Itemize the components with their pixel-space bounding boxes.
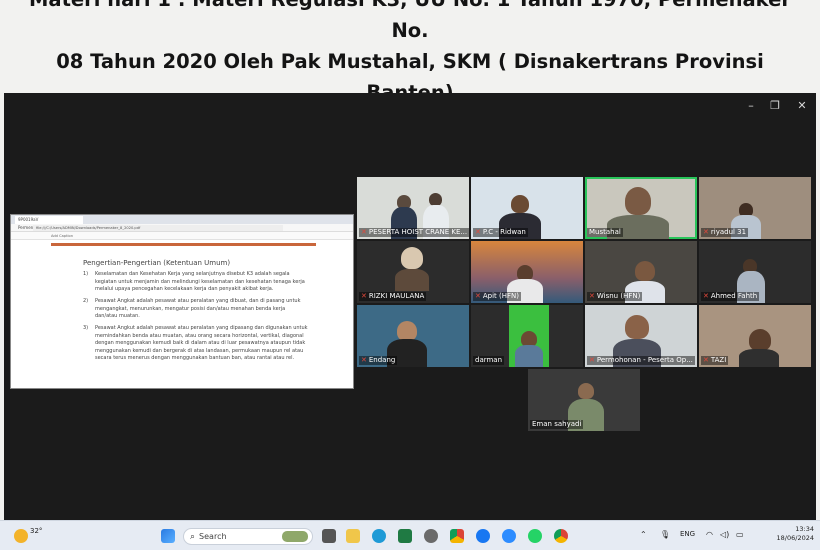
clock-time: 13:34 bbox=[795, 525, 814, 533]
participant-tile[interactable]: ✕ Endang bbox=[357, 305, 469, 367]
participant-tile[interactable]: ✕ TAZI bbox=[699, 305, 811, 367]
chrome-alt-icon[interactable] bbox=[554, 529, 568, 543]
weather-temp: 32° bbox=[30, 527, 43, 535]
zoom-meeting-window: – ❐ ✕ 9P0019aV Permenaker_8_2020.pdf fil… bbox=[4, 93, 816, 520]
weather-icon[interactable] bbox=[14, 529, 28, 543]
participant-name: ✕ Ahmed Fahth bbox=[701, 292, 760, 301]
clock[interactable]: 13:34 18/06/2024 bbox=[770, 525, 814, 543]
participant-name: ✕ RIZKI MAULANA bbox=[359, 292, 427, 301]
taskbar: 32° ⌕ Search ⌃ 🎙 ENG ◠ ◁) ▭ 13:34 18/06/… bbox=[0, 520, 820, 550]
participant-name: ✕ Wisnu (HFN) bbox=[587, 292, 643, 301]
participant-tile[interactable]: ✕ P.C - Ridwan bbox=[471, 177, 583, 239]
shared-screen[interactable]: 9P0019aV Permenaker_8_2020.pdf file:///C… bbox=[10, 214, 354, 389]
close-button[interactable]: ✕ bbox=[795, 99, 809, 112]
settings-icon[interactable] bbox=[424, 529, 438, 543]
slide-item-number: 1) bbox=[83, 271, 89, 277]
pdf-toolbar-caption[interactable]: Add Caption bbox=[51, 234, 73, 238]
browser-url[interactable]: file:///C:/Users/ADMIN/Downloads/Permena… bbox=[33, 224, 283, 231]
mic-muted-icon: ✕ bbox=[475, 292, 481, 300]
participant-name: ✕ riyadul 31 bbox=[701, 228, 749, 237]
mic-muted-icon: ✕ bbox=[703, 356, 709, 364]
participant-tile[interactable]: ✕ RIZKI MAULANA bbox=[357, 241, 469, 303]
slide-item: 1) Keselamatan dan Kesehatan Kerja yang … bbox=[83, 271, 308, 294]
mic-muted-icon: ✕ bbox=[703, 228, 709, 236]
participant-name: ✕ Endang bbox=[359, 356, 398, 365]
mic-muted-icon: ✕ bbox=[589, 356, 595, 364]
browser-tab[interactable]: 9P0019aV Permenaker_8_2020.pdf bbox=[15, 215, 83, 230]
mic-muted-icon: ✕ bbox=[361, 356, 367, 364]
windows-start-icon[interactable] bbox=[161, 529, 175, 543]
pdf-page: Pengertian-Pengertian (Ketentuan Umum) 1… bbox=[51, 243, 316, 386]
search-label: Search bbox=[199, 532, 227, 541]
mic-muted-icon: ✕ bbox=[361, 228, 367, 236]
participant-name: Mustahal bbox=[587, 228, 623, 237]
slide-item-number: 2) bbox=[83, 298, 89, 304]
chevron-up-icon[interactable]: ⌃ bbox=[640, 530, 647, 539]
facebook-icon[interactable] bbox=[476, 529, 490, 543]
participant-tile[interactable]: ✕ riyadul 31 bbox=[699, 177, 811, 239]
slide-item-number: 3) bbox=[83, 325, 89, 331]
participant-tile[interactable]: ✕ Permohonan - Peserta Op... bbox=[585, 305, 697, 367]
participant-tile[interactable]: darman bbox=[471, 305, 583, 367]
slide-item-text: Pesawat Angkat adalah pesawat atau peral… bbox=[95, 298, 301, 320]
participant-tile[interactable]: ✕ Wisnu (HFN) bbox=[585, 241, 697, 303]
slide-item: 2) Pesawat Angkat adalah pesawat atau pe… bbox=[83, 298, 308, 321]
browser-tab-bar: 9P0019aV Permenaker_8_2020.pdf bbox=[11, 215, 353, 230]
participant-name: ✕ P.C - Ridwan bbox=[473, 228, 528, 237]
slide-item-text: Pesawat Angkut adalah pesawat atau peral… bbox=[95, 325, 308, 362]
volume-icon[interactable]: ◁) bbox=[720, 530, 729, 539]
participant-tile[interactable]: ✕ Apit (HFN) bbox=[471, 241, 583, 303]
chrome-icon[interactable] bbox=[450, 529, 464, 543]
mic-muted-icon: ✕ bbox=[589, 292, 595, 300]
task-view-icon[interactable] bbox=[322, 529, 336, 543]
search-icon: ⌕ bbox=[190, 531, 196, 542]
participant-tile[interactable]: ✕ Ahmed Fahth bbox=[699, 241, 811, 303]
zoom-icon[interactable] bbox=[502, 529, 516, 543]
participant-tile[interactable]: Eman sahyadi bbox=[528, 369, 640, 431]
search-highlight-image bbox=[282, 531, 308, 542]
participant-name: Eman sahyadi bbox=[530, 420, 584, 429]
search-input[interactable]: ⌕ Search bbox=[183, 528, 313, 545]
excel-icon[interactable] bbox=[398, 529, 412, 543]
participant-tile-active-speaker[interactable]: Mustahal bbox=[585, 177, 697, 239]
clock-date: 18/06/2024 bbox=[776, 534, 814, 542]
participant-name: ✕ Permohonan - Peserta Op... bbox=[587, 356, 695, 365]
participant-name: ✕ TAZI bbox=[701, 356, 729, 365]
pdf-toolbar: Add Caption bbox=[11, 232, 353, 240]
minimize-button[interactable]: – bbox=[744, 99, 758, 112]
restore-button[interactable]: ❐ bbox=[768, 99, 782, 112]
microphone-icon[interactable]: 🎙 bbox=[660, 530, 670, 539]
wifi-icon[interactable]: ◠ bbox=[706, 530, 713, 539]
mic-muted-icon: ✕ bbox=[361, 292, 367, 300]
file-explorer-icon[interactable] bbox=[346, 529, 360, 543]
participant-name: darman bbox=[473, 356, 505, 365]
participant-name: ✕ Apit (HFN) bbox=[473, 292, 522, 301]
caption-text: Materi hari 1 : Materi Regulasi K3, UU N… bbox=[10, 0, 810, 108]
edge-icon[interactable] bbox=[372, 529, 386, 543]
caption-banner: Materi hari 1 : Materi Regulasi K3, UU N… bbox=[0, 0, 820, 104]
participant-tile[interactable]: ✕ PESERTA HOIST CRANE KE... bbox=[357, 177, 469, 239]
slide-heading: Pengertian-Pengertian (Ketentuan Umum) bbox=[83, 259, 231, 267]
participant-name: ✕ PESERTA HOIST CRANE KE... bbox=[359, 228, 469, 237]
battery-icon[interactable]: ▭ bbox=[736, 530, 744, 539]
slide-item: 3) Pesawat Angkut adalah pesawat atau pe… bbox=[83, 325, 308, 363]
mic-muted-icon: ✕ bbox=[475, 228, 481, 236]
mic-muted-icon: ✕ bbox=[703, 292, 709, 300]
whatsapp-icon[interactable] bbox=[528, 529, 542, 543]
slide-item-text: Keselamatan dan Kesehatan Kerja yang sel… bbox=[95, 271, 305, 293]
slide-accent-bar bbox=[51, 243, 316, 246]
language-indicator[interactable]: ENG bbox=[680, 530, 695, 538]
caption-line-1: Materi hari 1 : Materi Regulasi K3, UU N… bbox=[29, 0, 791, 42]
